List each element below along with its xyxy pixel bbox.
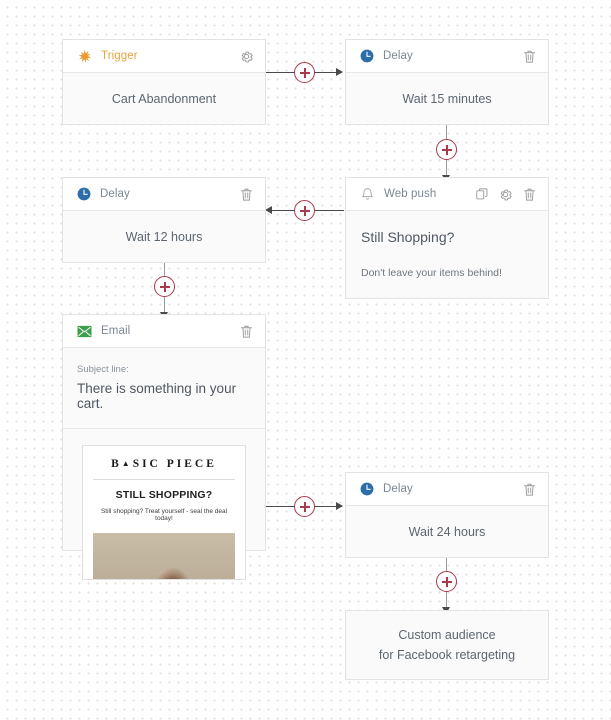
node-email[interactable]: Email Subject line: There is something i… <box>62 314 266 580</box>
email-brand-right: SIC PIECE <box>132 458 217 470</box>
node-web-push-type-label: Web push <box>384 188 437 200</box>
node-delay-2-body-text: Wait 12 hours <box>125 229 203 244</box>
node-custom-audience-line-1: Custom audience <box>398 628 496 642</box>
trash-icon[interactable] <box>239 187 254 202</box>
arrowhead-webpush-to-delay2 <box>265 206 272 214</box>
node-delay-2-actions <box>239 187 254 202</box>
node-web-push-message: Don't leave your items behind! <box>361 267 502 279</box>
email-promo-photo <box>93 533 235 579</box>
copy-icon[interactable] <box>475 187 489 201</box>
node-web-push-header: Web push <box>346 178 548 211</box>
trash-icon[interactable] <box>522 187 537 202</box>
email-brand-rule <box>93 479 235 480</box>
node-delay-3-actions <box>522 482 537 497</box>
node-delay-3-body: Wait 24 hours <box>346 506 548 557</box>
gear-icon[interactable] <box>498 187 513 202</box>
node-web-push-body: Still Shopping? Don't leave your items b… <box>346 211 548 298</box>
node-delay-1-header: Delay <box>346 40 548 73</box>
workflow-canvas: Trigger Cart Abandonment Delay Wait 15 m… <box>0 0 611 720</box>
node-delay-2-header: Delay <box>63 178 265 211</box>
clock-icon <box>360 49 374 63</box>
node-delay-3[interactable]: Delay Wait 24 hours <box>345 472 549 558</box>
node-trigger-actions <box>239 49 254 64</box>
email-divider <box>63 428 265 429</box>
email-brand-mark: ▲ <box>121 459 133 468</box>
clock-icon <box>77 187 91 201</box>
trash-icon[interactable] <box>522 482 537 497</box>
node-trigger-body: Cart Abandonment <box>63 73 265 124</box>
node-trigger-type-label: Trigger <box>101 50 138 62</box>
node-delay-3-type-label: Delay <box>383 483 413 495</box>
node-delay-3-header: Delay <box>346 473 548 506</box>
node-web-push-actions <box>475 187 537 202</box>
node-delay-1-actions <box>522 49 537 64</box>
arrowhead-trigger-to-delay1 <box>336 68 343 76</box>
arrowhead-email-to-delay3 <box>336 502 343 510</box>
gear-icon[interactable] <box>239 49 254 64</box>
node-trigger-header: Trigger <box>63 40 265 73</box>
node-custom-audience[interactable]: Custom audience for Facebook retargeting <box>345 610 549 680</box>
add-step-button-trigger-delay1[interactable] <box>294 62 315 83</box>
email-subject-value: There is something in your cart. <box>77 381 237 411</box>
email-subject-label: Subject line: <box>77 364 129 375</box>
node-email-body: Subject line: There is something in your… <box>63 348 265 580</box>
email-promo-headline: STILL SHOPPING? <box>115 489 213 501</box>
trash-icon[interactable] <box>239 324 254 339</box>
sparkle-icon <box>77 49 92 64</box>
node-trigger-body-text: Cart Abandonment <box>111 91 217 106</box>
trash-icon[interactable] <box>522 49 537 64</box>
node-delay-2-body: Wait 12 hours <box>63 211 265 262</box>
add-step-button-email-delay3[interactable] <box>294 496 315 517</box>
node-custom-audience-line-2: for Facebook retargeting <box>378 648 516 662</box>
node-delay-1-body: Wait 15 minutes <box>346 73 548 124</box>
email-brand-left: B <box>111 458 122 470</box>
node-email-header: Email <box>63 315 265 348</box>
node-delay-2-type-label: Delay <box>100 188 130 200</box>
bell-icon <box>360 187 375 202</box>
email-preview-card[interactable]: B▲SIC PIECE STILL SHOPPING? Still shoppi… <box>82 445 246 580</box>
node-web-push-title: Still Shopping? <box>361 229 455 245</box>
node-delay-1[interactable]: Delay Wait 15 minutes <box>345 39 549 125</box>
node-web-push[interactable]: Web push Still Shopping? Don't leave you… <box>345 177 549 299</box>
add-step-button-delay1-webpush[interactable] <box>436 139 457 160</box>
add-step-button-delay2-email[interactable] <box>154 276 175 297</box>
node-delay-2[interactable]: Delay Wait 12 hours <box>62 177 266 263</box>
node-trigger[interactable]: Trigger Cart Abandonment <box>62 39 266 125</box>
email-promo-subtext: Still shopping? Treat yourself - seal th… <box>100 508 228 522</box>
email-brand-logo: B▲SIC PIECE <box>93 458 235 479</box>
node-email-actions <box>239 324 254 339</box>
envelope-icon <box>77 325 92 338</box>
add-step-button-webpush-delay2[interactable] <box>294 200 315 221</box>
node-delay-3-body-text: Wait 24 hours <box>408 524 486 539</box>
node-delay-1-body-text: Wait 15 minutes <box>402 91 492 106</box>
node-email-type-label: Email <box>101 325 131 337</box>
clock-icon <box>360 482 374 496</box>
node-custom-audience-body: Custom audience for Facebook retargeting <box>379 625 515 665</box>
node-delay-1-type-label: Delay <box>383 50 413 62</box>
add-step-button-delay3-audience[interactable] <box>436 571 457 592</box>
